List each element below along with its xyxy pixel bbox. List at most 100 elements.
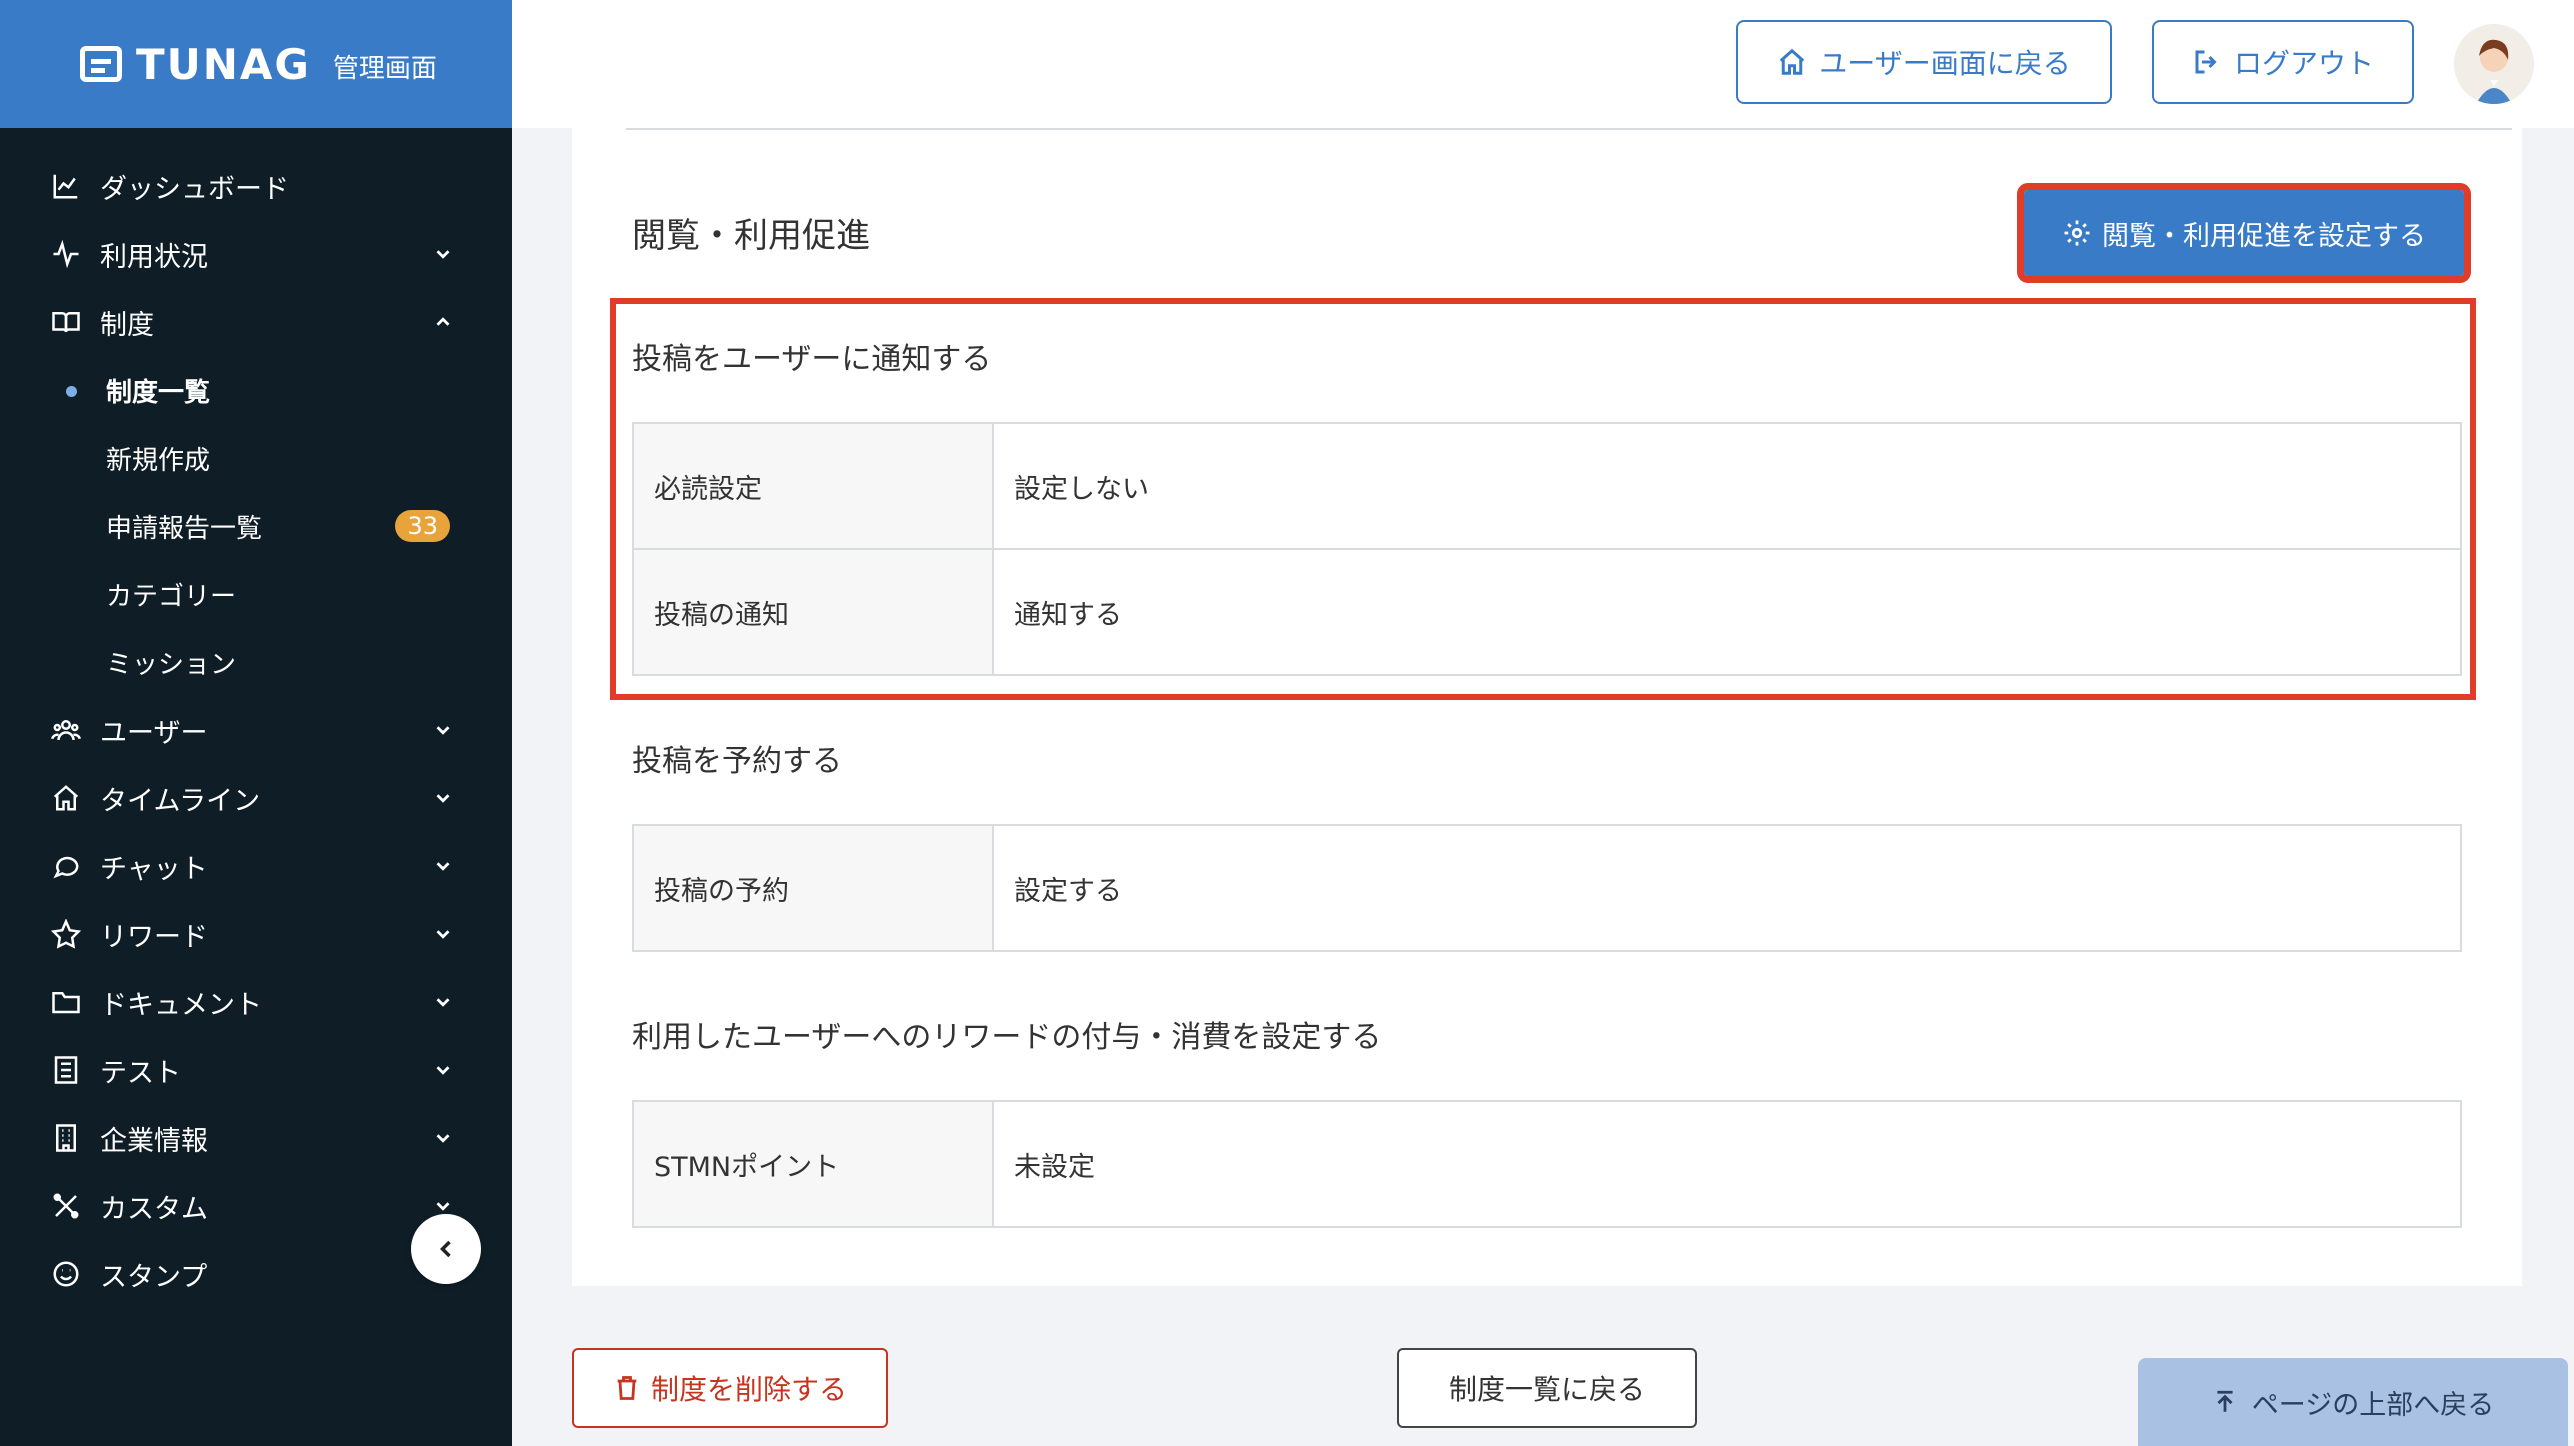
sidebar-item-document[interactable]: ドキュメント	[0, 968, 512, 1036]
divider	[626, 128, 2512, 130]
sidebar-collapse-button[interactable]	[411, 1214, 481, 1284]
sidebar-item-timeline[interactable]: タイムライン	[0, 764, 512, 832]
book-icon	[50, 306, 82, 338]
sidebar-item-label: ダッシュボード	[100, 173, 289, 205]
table-value: 設定しない	[992, 422, 2462, 550]
logo-subtitle: 管理画面	[332, 53, 437, 84]
table-row: 投稿の予約 設定する	[632, 824, 2462, 952]
sidebar-item-company[interactable]: 企業情報	[0, 1104, 512, 1172]
table-value: 設定する	[992, 824, 2462, 952]
sidebar-subitem-label: 新規作成	[106, 445, 211, 476]
settings-card: 閲覧・利用促進 閲覧・利用促進を設定する 投稿をユーザーに通知する 必読設定 設…	[572, 128, 2522, 1286]
delete-system-button[interactable]: 制度を削除する	[572, 1348, 888, 1428]
sidebar-item-label: スタンプ	[100, 1261, 208, 1293]
reserve-title: 投稿を予約する	[632, 744, 842, 779]
top-header: ユーザー画面に戻る ログアウト	[512, 0, 2574, 128]
table-key: 必読設定	[632, 422, 994, 550]
sidebar-item-label: 制度	[100, 309, 154, 341]
folder-icon	[50, 986, 82, 1018]
users-icon	[50, 714, 82, 746]
table-row: 必読設定 設定しない	[632, 422, 2462, 550]
back-to-list-button[interactable]: 制度一覧に戻る	[1397, 1348, 1697, 1428]
sidebar-item-label: ドキュメント	[100, 989, 262, 1021]
scroll-top-button[interactable]: ページの上部へ戻る	[2138, 1358, 2568, 1446]
sidebar-item-label: チャット	[100, 853, 208, 885]
logout-icon	[2195, 50, 2217, 74]
notify-table: 必読設定 設定しない 投稿の通知 通知する	[632, 422, 2462, 676]
section-title: 閲覧・利用促進	[632, 216, 870, 256]
sidebar-subitem-label: ミッション	[106, 649, 237, 680]
chevron-down-icon	[430, 241, 456, 267]
table-row: STMNポイント 未設定	[632, 1100, 2462, 1228]
sidebar-item-usage[interactable]: 利用状況	[0, 220, 512, 288]
chevron-down-icon	[430, 853, 456, 879]
table-value: 未設定	[992, 1100, 2462, 1228]
logout-button[interactable]: ログアウト	[2152, 20, 2414, 104]
scroll-top-button-label: ページの上部へ戻る	[2251, 1389, 2495, 1421]
sidebar-item-label: 企業情報	[100, 1125, 208, 1157]
sidebar-subitem-label: カテゴリー	[106, 581, 237, 612]
avatar[interactable]	[2454, 24, 2534, 104]
smile-icon	[50, 1258, 82, 1290]
user-avatar-icon	[2454, 24, 2534, 104]
sidebar-item-users[interactable]: ユーザー	[0, 696, 512, 764]
sidebar-subitem-system-list[interactable]: 制度一覧	[0, 356, 512, 424]
sidebar-item-label: リワード	[100, 921, 208, 953]
arrow-up-icon	[2217, 1390, 2233, 1412]
sidebar-item-label: タイムライン	[100, 785, 261, 817]
chevron-down-icon	[430, 1057, 456, 1083]
notify-title: 投稿をユーザーに通知する	[632, 342, 992, 377]
logo-text: TUNAG	[136, 39, 311, 89]
building-icon	[50, 1122, 82, 1154]
reward-title: 利用したユーザーへのリワードの付与・消費を設定する	[632, 1020, 1382, 1055]
reward-table: STMNポイント 未設定	[632, 1100, 2462, 1228]
logo-icon	[80, 46, 122, 82]
chevron-up-icon	[430, 309, 456, 335]
sidebar-item-label: 利用状況	[100, 241, 208, 273]
sidebar: TUNAG 管理画面 ダッシュボード 利用状況 制度 制度一覧 新規作成 申請報…	[0, 0, 512, 1446]
user-screen-button[interactable]: ユーザー画面に戻る	[1736, 20, 2112, 104]
user-screen-button-label: ユーザー画面に戻る	[1819, 47, 2071, 80]
sidebar-subitem-label: 申請報告一覧	[106, 513, 263, 544]
home-icon	[1780, 48, 1805, 75]
chevron-left-icon	[440, 1240, 451, 1258]
sidebar-item-system[interactable]: 制度	[0, 288, 512, 356]
table-row: 投稿の通知 通知する	[632, 548, 2462, 676]
promotion-settings-button-label: 閲覧・利用促進を設定する	[2102, 220, 2426, 252]
logo-bar[interactable]: TUNAG 管理画面	[0, 0, 512, 128]
sidebar-item-label: カスタム	[100, 1193, 208, 1225]
chart-icon	[50, 170, 82, 202]
sidebar-subitem-applications[interactable]: 申請報告一覧 33	[0, 492, 512, 560]
logout-button-label: ログアウト	[2233, 47, 2374, 80]
chevron-down-icon	[430, 717, 456, 743]
count-badge: 33	[395, 510, 450, 542]
sidebar-subitem-new[interactable]: 新規作成	[0, 424, 512, 492]
table-value: 通知する	[992, 548, 2462, 676]
back-to-list-button-label: 制度一覧に戻る	[1448, 1373, 1645, 1406]
activity-icon	[50, 238, 82, 270]
delete-system-button-label: 制度を削除する	[650, 1373, 847, 1406]
reserve-table: 投稿の予約 設定する	[632, 824, 2462, 952]
sidebar-item-dashboard[interactable]: ダッシュボード	[0, 152, 512, 220]
sidebar-item-test[interactable]: テスト	[0, 1036, 512, 1104]
sidebar-nav: ダッシュボード 利用状況 制度 制度一覧 新規作成 申請報告一覧 33 カテゴリ…	[0, 128, 512, 1308]
checklist-icon	[50, 1054, 82, 1086]
table-key: STMNポイント	[632, 1100, 994, 1228]
chat-icon	[50, 850, 82, 882]
sidebar-item-label: ユーザー	[100, 717, 208, 749]
home-icon	[50, 782, 82, 814]
sidebar-subitem-label: 制度一覧	[106, 377, 211, 408]
trash-icon	[617, 1376, 637, 1400]
star-icon	[50, 918, 82, 950]
chevron-down-icon	[430, 921, 456, 947]
tools-icon	[50, 1190, 82, 1222]
gear-icon	[2064, 220, 2090, 246]
table-key: 投稿の通知	[632, 548, 994, 676]
table-key: 投稿の予約	[632, 824, 994, 952]
promotion-settings-button[interactable]: 閲覧・利用促進を設定する	[2017, 183, 2471, 283]
sidebar-item-reward[interactable]: リワード	[0, 900, 512, 968]
sidebar-item-chat[interactable]: チャット	[0, 832, 512, 900]
sidebar-subitem-category[interactable]: カテゴリー	[0, 560, 512, 628]
sidebar-item-label: テスト	[100, 1057, 181, 1089]
sidebar-subitem-mission[interactable]: ミッション	[0, 628, 512, 696]
